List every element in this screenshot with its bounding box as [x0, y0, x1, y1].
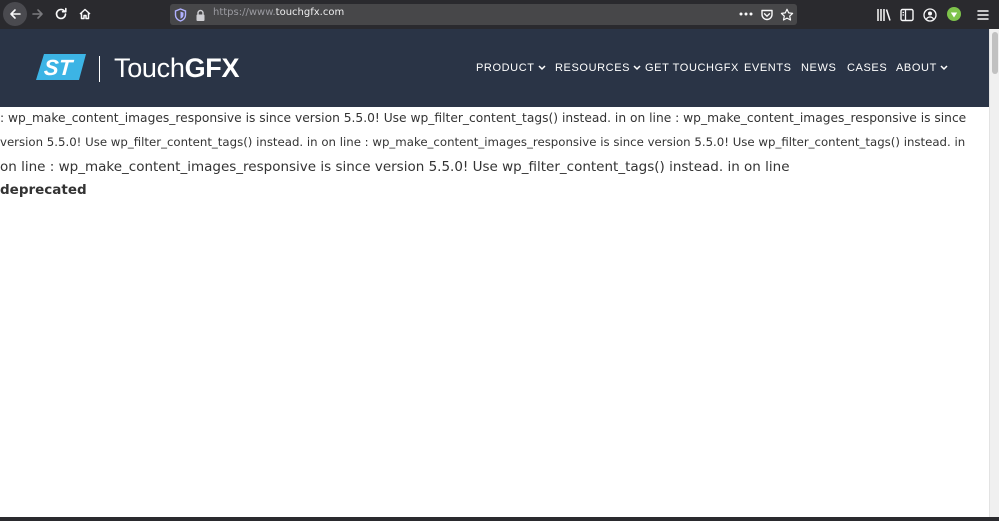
url-text[interactable]: https://www.touchgfx.com	[213, 7, 344, 18]
lock-icon[interactable]	[195, 7, 206, 26]
nav-product[interactable]: PRODUCT	[476, 62, 546, 74]
chevron-down-icon	[538, 65, 546, 71]
sidebar-icon[interactable]	[900, 7, 914, 26]
nav-get-touchgfx-label: GET TOUCHGFX	[645, 62, 739, 74]
nav-news[interactable]: NEWS	[801, 62, 836, 74]
library-icon[interactable]	[876, 7, 892, 26]
nav-cases[interactable]: CASES	[847, 62, 887, 74]
url-prefix: https://www.	[213, 7, 276, 18]
nav-events-label: EVENTS	[744, 62, 792, 74]
reload-icon[interactable]	[49, 2, 73, 26]
st-logo[interactable]: ST	[36, 54, 86, 84]
brand-gfx: GFX	[184, 53, 240, 83]
extension-icon[interactable]	[946, 6, 962, 26]
nav-product-label: PRODUCT	[476, 62, 535, 74]
bookmark-star-icon[interactable]	[780, 7, 794, 26]
nav-events[interactable]: EVENTS	[744, 62, 792, 74]
touchgfx-logo[interactable]: TouchGFX	[114, 53, 239, 84]
logo-divider	[99, 56, 100, 82]
url-host: touchgfx.com	[275, 7, 345, 18]
chevron-down-icon	[940, 65, 948, 71]
site-header: ST TouchGFX PRODUCT RESOURCES GET TOUCHG…	[0, 29, 989, 107]
menu-icon[interactable]	[976, 7, 990, 26]
back-arrow-icon[interactable]	[3, 2, 27, 26]
forward-arrow-icon[interactable]	[26, 2, 50, 26]
nav-cases-label: CASES	[847, 62, 888, 74]
warning-line-1: : wp_make_content_images_responsive is s…	[0, 111, 967, 125]
nav-get-touchgfx[interactable]: GET TOUCHGFX	[645, 62, 739, 74]
warning-line-2: version 5.5.0! Use wp_filter_content_tag…	[0, 135, 966, 149]
account-icon[interactable]	[923, 7, 937, 26]
address-bar[interactable]: https://www.touchgfx.com	[170, 4, 797, 25]
nav-resources-label: RESOURCES	[555, 62, 631, 74]
shield-icon[interactable]	[174, 7, 187, 26]
brand-touch: Touch	[114, 53, 185, 83]
page-scrollbar[interactable]	[989, 29, 999, 517]
pocket-icon[interactable]	[760, 7, 774, 26]
scrollbar-thumb[interactable]	[992, 32, 998, 74]
warning-line-3: on line : wp_make_content_images_respons…	[0, 159, 790, 175]
chevron-down-icon	[633, 65, 641, 71]
window-bottom-edge	[0, 517, 999, 521]
nav-about-label: ABOUT	[896, 62, 937, 74]
nav-resources[interactable]: RESOURCES	[555, 62, 641, 74]
nav-news-label: NEWS	[801, 62, 837, 74]
browser-toolbar: https://www.touchgfx.com	[0, 0, 999, 29]
svg-text:ST: ST	[43, 55, 74, 80]
home-icon[interactable]	[73, 2, 97, 26]
more-dots-icon[interactable]	[738, 5, 754, 27]
deprecated-label: deprecated	[0, 182, 87, 198]
nav-about[interactable]: ABOUT	[896, 62, 948, 74]
